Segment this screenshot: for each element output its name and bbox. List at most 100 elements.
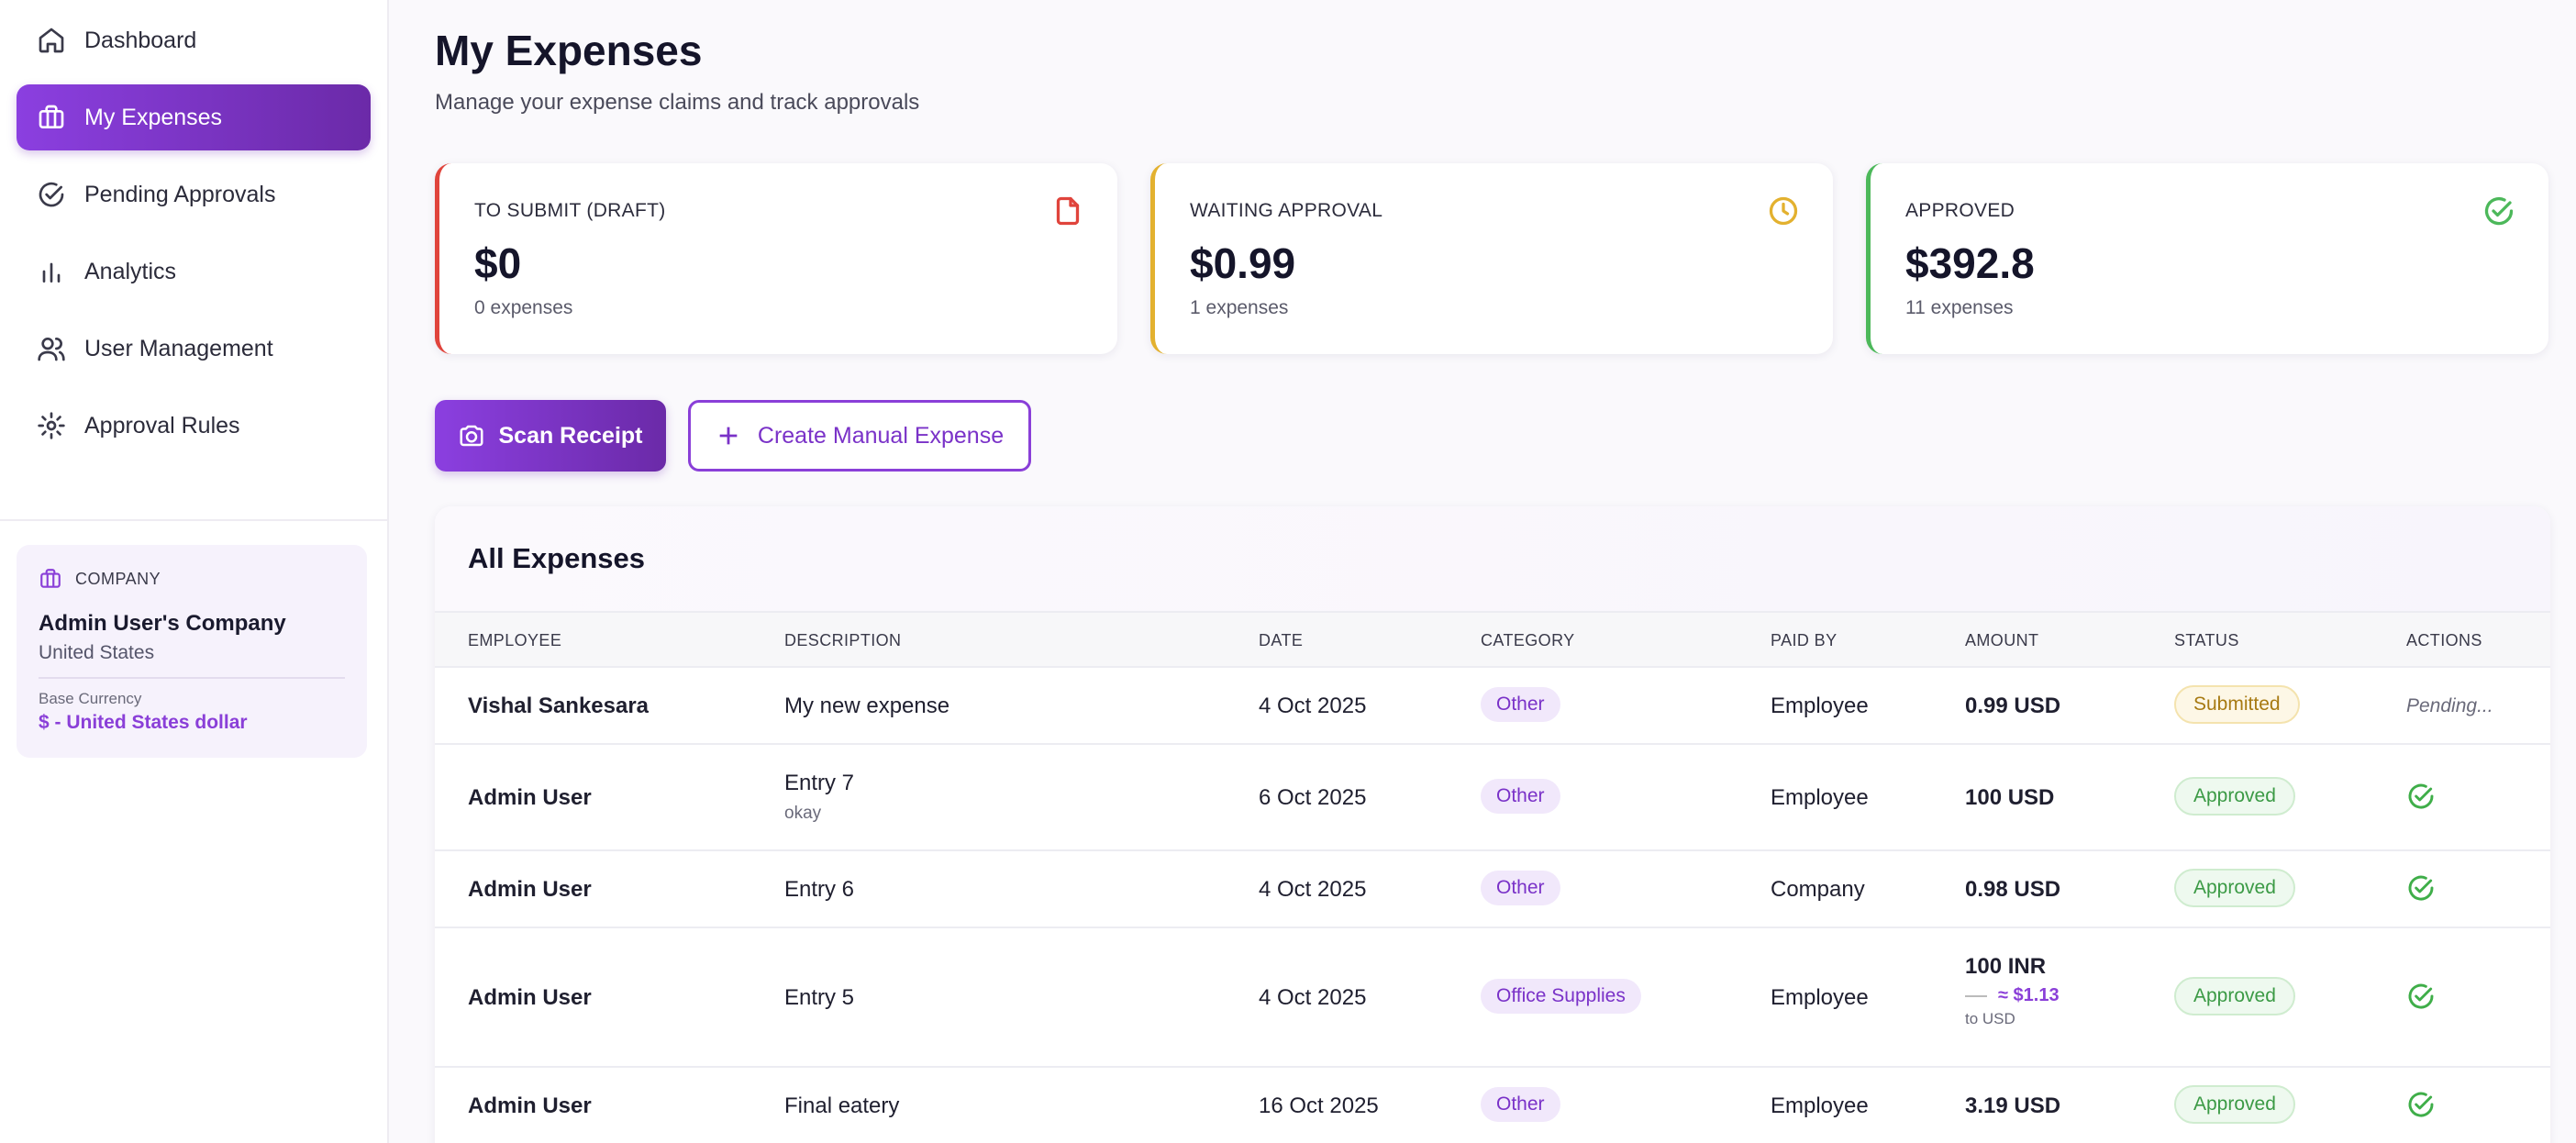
category-badge: Other — [1481, 687, 1560, 722]
description-text: Entry 7 — [784, 771, 855, 795]
description-cell: My new expense — [784, 694, 950, 718]
sidebar-item-dashboard[interactable]: Dashboard — [17, 7, 371, 73]
status-cell: Approved — [2174, 869, 2295, 907]
action-cell[interactable] — [2406, 982, 2436, 1017]
column-header-amount: AMOUNT — [1965, 631, 2039, 649]
table-row[interactable]: Vishal Sankesara My new expense 4 Oct 20… — [435, 668, 2550, 745]
sidebar-item-label: User Management — [84, 335, 273, 361]
action-pending-text: Pending... — [2406, 695, 2493, 716]
amount-cell: 3.19 USD — [1965, 1093, 2061, 1118]
status-cell: Approved — [2174, 777, 2295, 816]
table-header: EMPLOYEE DESCRIPTION DATE CATEGORY PAID … — [435, 611, 2550, 668]
file-icon — [1056, 196, 1080, 226]
stat-card-approved: APPROVED $392.8 11 expenses — [1866, 163, 2548, 354]
camera-icon — [460, 425, 483, 447]
amount-cell: 0.98 USD — [1965, 877, 2061, 902]
description-cell: Entry 7 okay — [784, 771, 854, 824]
check-circle-icon — [2484, 196, 2514, 226]
sidebar-divider — [0, 519, 389, 521]
home-icon — [39, 28, 64, 53]
conversion-dash — [1965, 994, 1987, 997]
scan-receipt-button[interactable]: Scan Receipt — [435, 400, 666, 472]
date-cell: 4 Oct 2025 — [1259, 694, 1367, 718]
briefcase-icon — [40, 569, 61, 588]
sidebar-item-my-expenses[interactable]: My Expenses — [17, 84, 371, 150]
stat-count: 1 expenses — [1190, 297, 1289, 318]
company-heading: COMPANY — [39, 567, 345, 591]
paid-by-cell: Employee — [1771, 1093, 1869, 1118]
sidebar: Dashboard My Expenses Pending Approvals … — [0, 0, 389, 1143]
employee-cell: Vishal Sankesara — [468, 694, 650, 718]
column-header-actions: ACTIONS — [2406, 631, 2482, 649]
date-cell: 4 Oct 2025 — [1259, 877, 1367, 902]
column-header-employee: EMPLOYEE — [468, 631, 562, 649]
status-cell: Approved — [2174, 1085, 2295, 1124]
paid-by-cell: Employee — [1771, 985, 1869, 1010]
sidebar-item-user-management[interactable]: User Management — [17, 316, 371, 382]
sidebar-nav: Dashboard My Expenses Pending Approvals … — [0, 0, 387, 459]
status-badge: Approved — [2174, 1085, 2295, 1124]
action-cell[interactable] — [2406, 782, 2436, 817]
scan-receipt-label: Scan Receipt — [498, 422, 643, 449]
description-cell: Final eatery — [784, 1093, 900, 1118]
stat-card-draft: TO SUBMIT (DRAFT) $0 0 expenses — [435, 163, 1117, 354]
stat-label: WAITING APPROVAL — [1190, 200, 1383, 221]
plus-icon — [719, 427, 738, 445]
status-cell: Approved — [2174, 977, 2295, 1015]
description-cell: Entry 5 — [784, 985, 855, 1010]
page-subtitle: Manage your expense claims and track app… — [435, 90, 920, 115]
column-header-date: DATE — [1259, 631, 1304, 649]
category-badge: Other — [1481, 779, 1560, 814]
category-cell: Other — [1481, 871, 1560, 905]
check-circle-icon — [39, 182, 64, 207]
table-row[interactable]: Admin User Final eatery 16 Oct 2025 Othe… — [435, 1068, 2550, 1143]
category-badge: Other — [1481, 871, 1560, 905]
sidebar-item-label: Dashboard — [84, 27, 197, 53]
check-circle-icon[interactable] — [2406, 982, 2436, 1011]
company-heading-label: COMPANY — [75, 569, 161, 588]
check-circle-icon[interactable] — [2406, 782, 2436, 811]
paid-by-cell: Employee — [1771, 785, 1869, 810]
check-circle-icon[interactable] — [2406, 1090, 2436, 1119]
conversion-note: to USD — [1965, 1010, 2015, 1027]
converted-amount: ≈ $1.13 — [1998, 985, 2060, 1005]
table-row[interactable]: Admin User Entry 5 4 Oct 2025 Office Sup… — [435, 928, 2550, 1068]
action-cell[interactable] — [2406, 873, 2436, 909]
page-title: My Expenses — [435, 27, 703, 74]
sidebar-item-approval-rules[interactable]: Approval Rules — [17, 393, 371, 459]
column-header-paid-by: PAID BY — [1771, 631, 1838, 649]
stat-count: 11 expenses — [1905, 297, 2014, 318]
company-name: Admin User's Company — [39, 611, 286, 636]
gear-icon — [38, 412, 65, 439]
action-cell[interactable] — [2406, 1090, 2436, 1126]
description-cell: Entry 6 — [784, 877, 855, 902]
column-header-description: DESCRIPTION — [784, 631, 902, 649]
amount-original: 100 INR — [1965, 954, 2047, 979]
amount-cell: 0.99 USD — [1965, 694, 2061, 718]
company-divider — [39, 677, 345, 679]
status-cell: Submitted — [2174, 685, 2300, 724]
category-cell: Other — [1481, 687, 1560, 722]
check-circle-icon[interactable] — [2406, 873, 2436, 903]
amount-cell: 100 USD — [1965, 785, 2055, 810]
category-badge: Office Supplies — [1481, 979, 1641, 1014]
table-row[interactable]: Admin User Entry 7 okay 6 Oct 2025 Other… — [435, 745, 2550, 851]
company-card: COMPANY Admin User's Company United Stat… — [17, 545, 367, 758]
employee-cell: Admin User — [468, 1093, 592, 1118]
column-header-status: STATUS — [2174, 631, 2239, 649]
status-badge: Submitted — [2174, 685, 2300, 724]
date-cell: 4 Oct 2025 — [1259, 985, 1367, 1010]
expenses-table: All Expenses EMPLOYEE DESCRIPTION DATE C… — [435, 506, 2550, 1143]
sidebar-item-analytics[interactable]: Analytics — [17, 239, 371, 305]
table-row[interactable]: Admin User Entry 6 4 Oct 2025 Other Comp… — [435, 851, 2550, 928]
table-title: All Expenses — [435, 506, 2550, 611]
amount-cell: 100 INR ≈ $1.13 to USD — [1965, 954, 2060, 1028]
bar-chart-icon — [42, 262, 61, 283]
date-cell: 6 Oct 2025 — [1259, 785, 1367, 810]
sidebar-item-pending-approvals[interactable]: Pending Approvals — [17, 161, 371, 227]
stat-label: TO SUBMIT (DRAFT) — [474, 200, 666, 221]
clock-icon — [1769, 196, 1798, 226]
create-manual-expense-label: Create Manual Expense — [757, 422, 1005, 449]
create-manual-expense-button[interactable]: Create Manual Expense — [688, 400, 1031, 472]
paid-by-cell: Employee — [1771, 694, 1869, 718]
